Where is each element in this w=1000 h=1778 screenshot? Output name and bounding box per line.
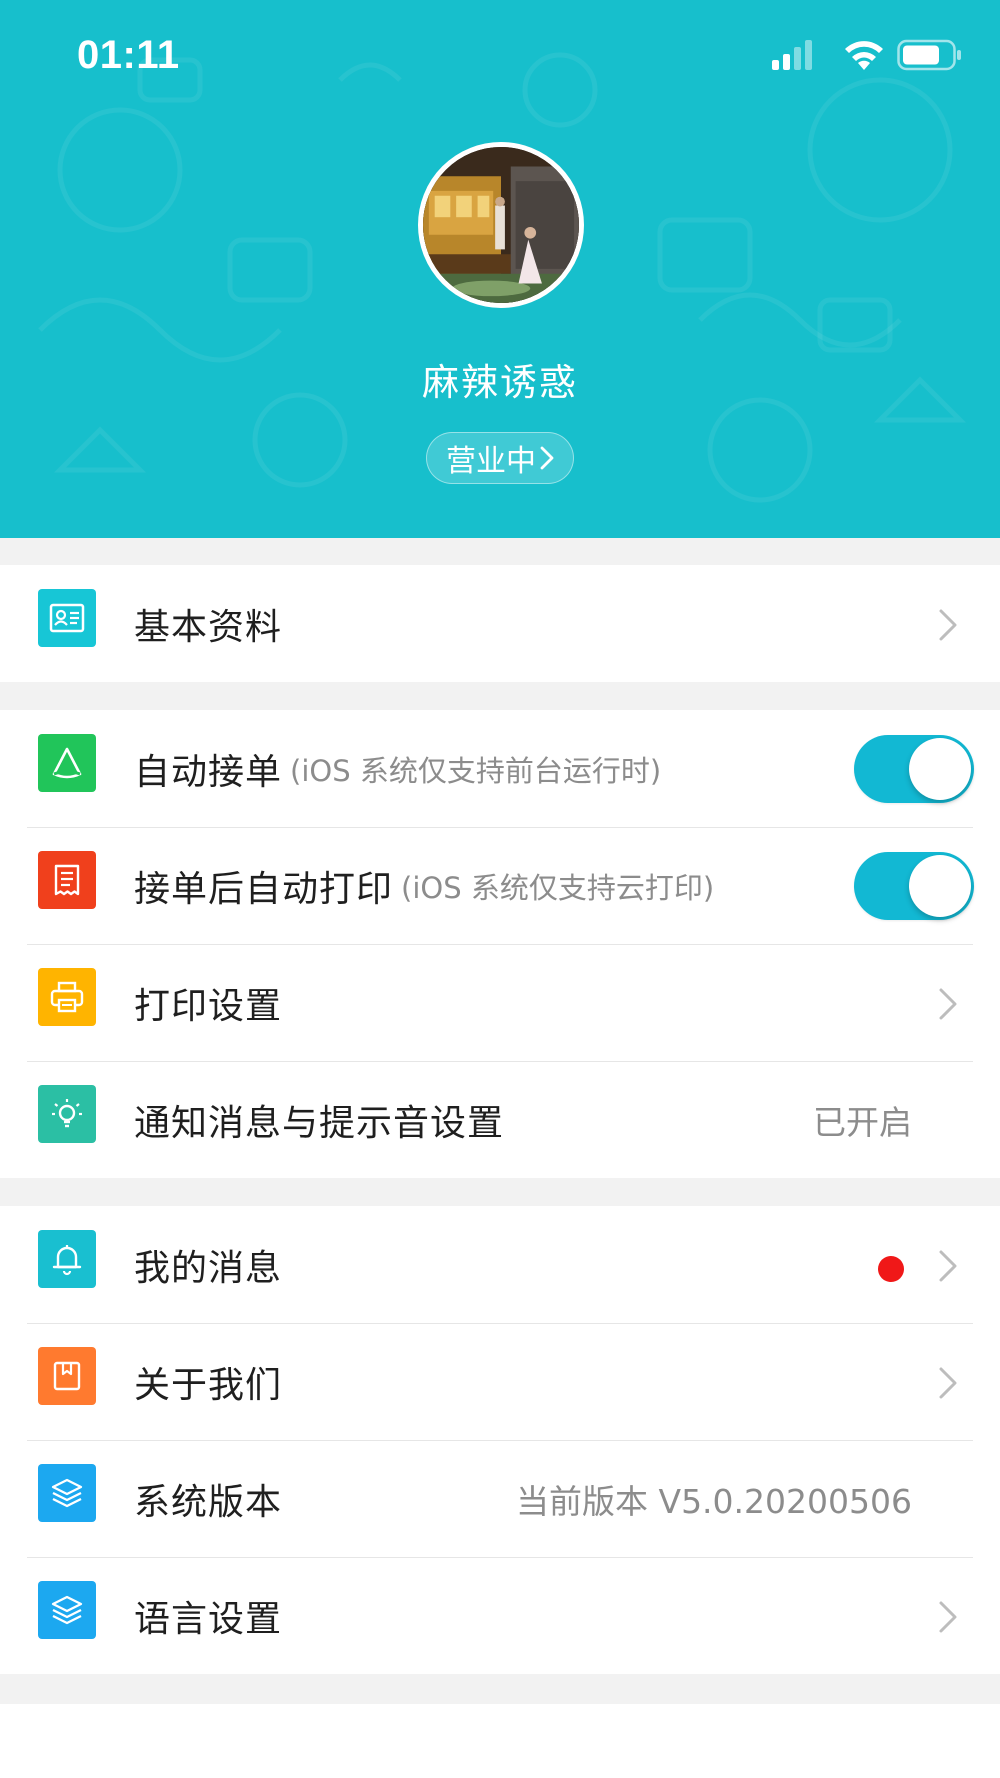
avatar-photo [423,147,579,303]
row-about-us-label: 关于我们 [134,1323,282,1440]
business-status-button[interactable]: 营业中 [426,432,574,484]
chevron-right-icon [939,1601,957,1633]
row-language-settings-label: 语言设置 [134,1557,282,1674]
printer-icon [38,968,96,1026]
notification-status-value: 已开启 [813,1102,912,1142]
accept-order-icon [38,734,96,792]
row-auto-print: 接单后自动打印 (iOS 系统仅支持云打印) [0,827,1000,944]
layers-icon [38,1464,96,1522]
business-status-label: 营业中 [446,444,536,479]
row-print-settings[interactable]: 打印设置 [0,944,1000,1061]
system-version-value: 当前版本 V5.0.20200506 [516,1481,912,1521]
row-basic-info-label: 基本资料 [134,565,282,682]
toggle-knob [909,855,971,917]
row-my-messages-label: 我的消息 [134,1206,282,1323]
row-notification-settings-label: 通知消息与提示音设置 [134,1061,504,1178]
lightbulb-icon [38,1085,96,1143]
status-icons [772,39,961,71]
cellular-signal-icon [772,40,812,70]
chevron-right-icon [939,988,957,1020]
row-language-settings[interactable]: 语言设置 [0,1557,1000,1674]
row-system-version-label: 系统版本 [134,1440,282,1557]
basic-info-label: 基本资料 [134,606,283,648]
settings-group-profile: 基本资料 [0,565,1000,682]
bell-icon [38,1230,96,1288]
status-bar: 01:11 [0,0,1000,110]
battery-icon [897,39,961,71]
about-us-label: 关于我们 [134,1364,283,1406]
id-card-icon [38,589,96,647]
wifi-icon [845,41,883,70]
row-print-settings-label: 打印设置 [134,944,282,1061]
print-settings-label: 打印设置 [134,985,283,1027]
toggle-knob [909,738,971,800]
chevron-right-icon [939,609,957,641]
bookmark-icon [38,1347,96,1405]
status-time: 01:11 [77,33,180,77]
avatar[interactable] [418,142,584,308]
bottom-spacer [0,1704,1000,1778]
row-auto-accept-label: 自动接单 (iOS 系统仅支持前台运行时) [134,710,661,827]
auto-accept-toggle[interactable] [854,735,974,803]
row-auto-print-label: 接单后自动打印 (iOS 系统仅支持云打印) [134,827,714,944]
my-messages-label: 我的消息 [134,1247,283,1289]
unread-badge [878,1256,904,1282]
chevron-right-icon [939,1250,957,1282]
auto-print-toggle[interactable] [854,852,974,920]
row-notification-settings[interactable]: 通知消息与提示音设置 已开启 [0,1061,1000,1178]
receipt-icon [38,851,96,909]
chevron-right-icon [540,446,554,470]
row-auto-accept: 自动接单 (iOS 系统仅支持前台运行时) [0,710,1000,827]
profile-header: 01:11 麻辣诱惑 营业中 [0,0,1000,538]
language-settings-label: 语言设置 [134,1598,283,1640]
row-system-version: 系统版本 当前版本 V5.0.20200506 [0,1440,1000,1557]
row-basic-info[interactable]: 基本资料 [0,565,1000,682]
row-my-messages[interactable]: 我的消息 [0,1206,1000,1323]
settings-group-orders: 自动接单 (iOS 系统仅支持前台运行时) 接单后自动打印 (iOS 系统仅支持… [0,710,1000,1178]
layers-icon [38,1581,96,1639]
auto-accept-hint: (iOS 系统仅支持前台运行时) [290,753,662,788]
row-about-us[interactable]: 关于我们 [0,1323,1000,1440]
shop-name: 麻辣诱惑 [422,361,578,404]
auto-accept-label: 自动接单 [134,751,283,793]
notification-settings-label: 通知消息与提示音设置 [134,1102,505,1144]
system-version-label: 系统版本 [134,1481,283,1523]
auto-print-label: 接单后自动打印 [134,868,394,910]
chevron-right-icon [939,1367,957,1399]
auto-print-hint: (iOS 系统仅支持云打印) [401,870,715,905]
settings-group-misc: 我的消息 关于我们 系统版本 当前版本 V5.0.20200506 语言设置 [0,1206,1000,1674]
